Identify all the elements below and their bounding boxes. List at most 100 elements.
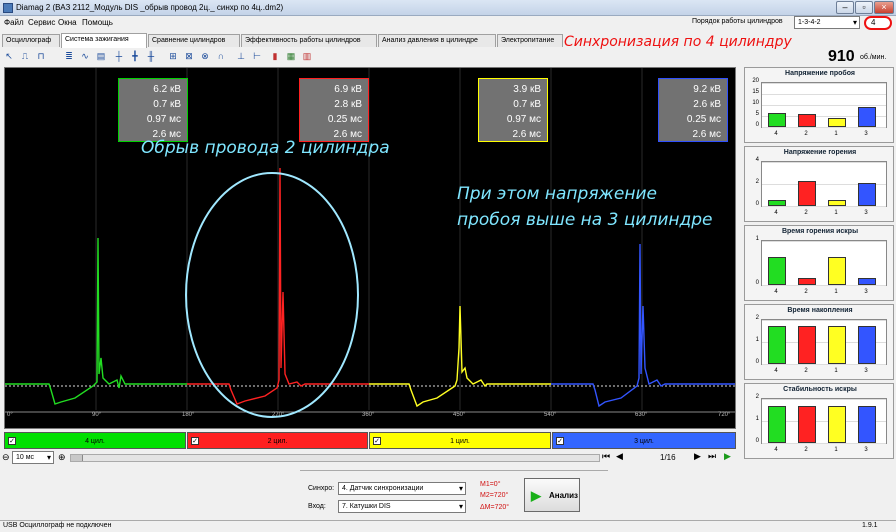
- breakdown-voltage: 9.2 кВ: [693, 84, 721, 95]
- grid-line: [762, 83, 886, 84]
- scroll-thumb[interactable]: [71, 455, 83, 461]
- readout-cyl4: 6.2 кВ 0.7 кВ 0.97 мс 2.6 мс: [118, 78, 188, 142]
- stat-panel: Напряжение пробоя 20 15 10 5 0 4 2 1 3: [744, 67, 894, 143]
- x-tick: 2: [804, 368, 808, 374]
- sync-note: Синхронизация по 4 цилиндру: [564, 34, 792, 50]
- waveform-canvas: [5, 68, 735, 418]
- zoom-in-icon[interactable]: ⊕: [58, 452, 66, 463]
- tab-pressure-analysis[interactable]: Анализ давления в цилиндре: [378, 34, 496, 47]
- title-bar: Diamag 2 (ВАЗ 2112_Модуль DIS _обрыв про…: [0, 0, 896, 16]
- y-tick: 0: [755, 201, 759, 207]
- pulse-icon[interactable]: ⊓: [34, 49, 48, 63]
- tab-power[interactable]: Электропитание: [497, 34, 563, 47]
- tab-cylinder-efficiency[interactable]: Эффективность работы цилиндров: [241, 34, 377, 47]
- align-icon[interactable]: ≣: [62, 49, 76, 63]
- stat-bar: [798, 406, 816, 443]
- split-icon[interactable]: ╫: [144, 49, 158, 63]
- stat-bar: [798, 278, 816, 285]
- compare-icon[interactable]: ⊢: [250, 49, 264, 63]
- x-tick: 3: [864, 368, 868, 374]
- cylinder-toggle-4[interactable]: ✓ 4 цил.: [4, 432, 186, 449]
- marker-m1: M1=0°: [480, 481, 501, 488]
- cylinder-toggle-1[interactable]: ✓ 1 цил.: [369, 432, 551, 449]
- next-page-icon[interactable]: ▶: [694, 451, 701, 462]
- input-select[interactable]: 7. Катушки DIS: [338, 500, 466, 513]
- checkbox-icon[interactable]: ✓: [191, 437, 199, 445]
- menu-help[interactable]: Помощь: [82, 18, 113, 27]
- y-tick: 4: [755, 157, 759, 163]
- measure-icon[interactable]: ⊥: [234, 49, 248, 63]
- cursor-icon[interactable]: ↖: [2, 49, 16, 63]
- burn-voltage: 0.7 кВ: [153, 99, 181, 110]
- stat-panel-title: Время горения искры: [781, 228, 859, 235]
- tab-compare-cylinders[interactable]: Сравнение цилиндров: [148, 34, 240, 47]
- menu-file[interactable]: Файл: [4, 18, 24, 27]
- grid-line: [762, 320, 886, 321]
- marker-delta: ΔM=720°: [480, 504, 510, 511]
- stat-bar: [858, 278, 876, 285]
- table-icon[interactable]: ▦: [284, 49, 298, 63]
- x-tick: 1: [834, 368, 838, 374]
- scroll-track[interactable]: [70, 454, 600, 462]
- wave-icon[interactable]: ∿: [78, 49, 92, 63]
- zoom-out-icon[interactable]: ⊖: [2, 452, 10, 463]
- firing-order-label: Порядок работы цилиндров: [692, 18, 783, 25]
- menu-windows[interactable]: Окна: [58, 18, 77, 27]
- sync-cylinder-stepper[interactable]: 4: [864, 16, 892, 30]
- x-tick: 4: [774, 447, 778, 453]
- checkbox-icon[interactable]: ✓: [373, 437, 381, 445]
- close-icon[interactable]: ×: [874, 1, 894, 14]
- menu-service[interactable]: Сервис: [28, 18, 55, 27]
- checkbox-icon[interactable]: ✓: [556, 437, 564, 445]
- play-icon[interactable]: ▶: [724, 451, 731, 462]
- fit-icon[interactable]: ⊠: [182, 49, 196, 63]
- overlay-icon[interactable]: ⊗: [198, 49, 212, 63]
- stack-icon[interactable]: ▤: [94, 49, 108, 63]
- x-tick: 4: [774, 131, 778, 137]
- timebase-select[interactable]: 10 мс: [12, 451, 54, 464]
- cylinder-toggle-3[interactable]: ✓ 3 цил.: [552, 432, 736, 449]
- last-page-icon[interactable]: ⏭: [708, 451, 716, 462]
- markers-icon[interactable]: ╋: [128, 49, 142, 63]
- x-tick: 3: [864, 447, 868, 453]
- sync-select[interactable]: 4. Датчик синхронизации: [338, 482, 466, 495]
- y-tick: 0: [755, 438, 759, 444]
- cylinder-label: 3 цил.: [634, 438, 654, 445]
- stat-bar: [768, 326, 786, 364]
- tab-ignition[interactable]: Система зажигания: [61, 33, 147, 48]
- tab-oscilloscope[interactable]: Осциллограф: [2, 34, 60, 47]
- x-tick: 2: [804, 447, 808, 453]
- x-tick: 4: [774, 368, 778, 374]
- zoom-icon[interactable]: ⊞: [166, 49, 180, 63]
- grid-line: [762, 399, 886, 400]
- x-tick: 4: [774, 289, 778, 295]
- marker-icon[interactable]: ┼: [112, 49, 126, 63]
- stat-panel-title: Стабильность искры: [783, 386, 857, 393]
- y-tick: 2: [755, 394, 759, 400]
- firing-order-select[interactable]: 1-3-4-2: [794, 16, 860, 29]
- stat-plot: [761, 240, 887, 286]
- stat-plot: [761, 319, 887, 365]
- page-indicator: 1/16: [660, 453, 676, 462]
- cylinder-label: 1 цил.: [450, 438, 470, 445]
- maximize-icon[interactable]: ▫: [855, 1, 873, 14]
- window-title: Diamag 2 (ВАЗ 2112_Модуль DIS _обрыв про…: [16, 3, 284, 12]
- bar-chart-icon[interactable]: ▮: [268, 49, 282, 63]
- bars-icon[interactable]: ▥: [300, 49, 314, 63]
- checkbox-icon[interactable]: ✓: [8, 437, 16, 445]
- loop-icon[interactable]: ∩: [214, 49, 228, 63]
- signal-icon[interactable]: ⎍: [18, 49, 32, 63]
- x-tick: 1: [834, 131, 838, 137]
- cylinder-toggle-2[interactable]: ✓ 2 цил.: [187, 432, 368, 449]
- prev-page-icon[interactable]: ◀: [616, 451, 623, 462]
- grid-line: [762, 206, 886, 207]
- oscilloscope-display[interactable]: 6.2 кВ 0.7 кВ 0.97 мс 2.6 мс 6.9 кВ 2.8 …: [4, 67, 736, 429]
- first-page-icon[interactable]: ⏮: [602, 451, 610, 462]
- rpm-value: 910: [828, 48, 855, 65]
- stat-panel-title: Напряжение пробоя: [785, 70, 855, 77]
- stat-bar: [798, 114, 816, 127]
- minimize-icon[interactable]: –: [836, 1, 854, 14]
- analyze-label: Анализ: [549, 491, 579, 500]
- y-tick: 10: [752, 100, 759, 106]
- analyze-button[interactable]: ▶ Анализ: [524, 478, 580, 512]
